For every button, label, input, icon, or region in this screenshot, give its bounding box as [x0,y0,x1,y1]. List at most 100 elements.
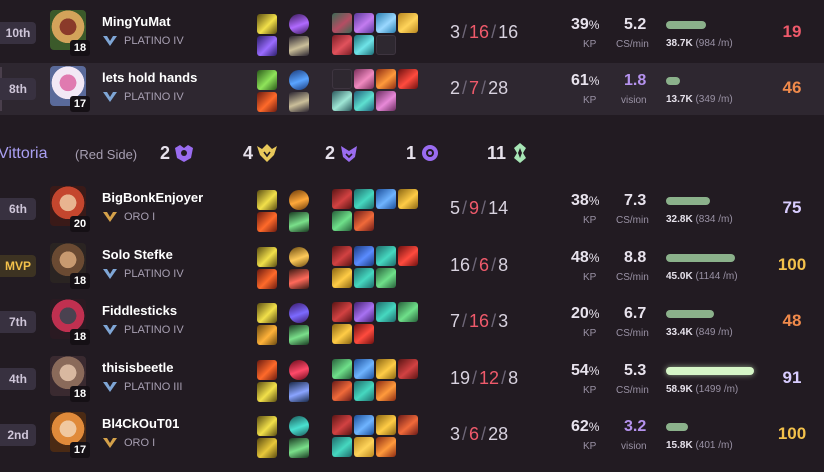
item-bloody-axe-icon[interactable] [332,415,352,435]
item-teal-crest-icon[interactable] [376,302,396,322]
performance-score: 100 [777,424,807,443]
item-bloody-axe-icon[interactable] [332,302,352,322]
item-gold-gear-icon[interactable] [332,324,352,344]
assists-value: 8 [498,255,509,275]
flash-spell-icon[interactable] [257,303,277,323]
item-fire-tome-icon[interactable] [376,69,396,89]
kp-number: 54 [571,362,589,379]
player-row[interactable]: 8th 17 lets hold hands PLATINO IV 2/7/28 61% K… [0,63,824,115]
item-crimson-relic-icon[interactable] [332,35,352,55]
inspiration-shard-icon[interactable] [289,382,309,402]
item-mask-icon[interactable] [332,13,352,33]
item-cyan-blade-icon[interactable] [354,35,374,55]
item-pink-lantern-icon[interactable] [376,91,396,111]
summoner-name[interactable]: thisisbeetle [102,360,174,375]
item-red-claw-icon[interactable] [332,381,352,401]
item-red-claw-icon[interactable] [354,211,374,231]
item-red-claw-icon[interactable] [398,415,418,435]
rank-label: ORO I [124,437,156,449]
ignite-spell-icon[interactable] [257,269,277,289]
item-green-blade-icon[interactable] [332,211,352,231]
precision-shard-icon[interactable] [289,269,309,289]
ignite-spell-icon[interactable] [257,212,277,232]
guardian-rune-icon[interactable] [289,416,309,436]
summoner-name[interactable]: MingYuMat [102,14,171,29]
item-gold-orb-icon[interactable] [354,437,374,457]
item-gold-gear-icon[interactable] [376,415,396,435]
resolve-shard-icon[interactable] [289,212,309,232]
smite-spell-icon[interactable] [257,325,277,345]
flash-spell-icon[interactable] [257,247,277,267]
domination-shard-icon[interactable] [289,92,309,112]
item-teal-crest-icon[interactable] [354,189,374,209]
item-pink-charm-icon[interactable] [354,69,374,89]
player-row[interactable]: 10th 18 MingYuMat PLATINO IV 3/16/16 39% KP 5.2… [0,7,824,59]
item-gold-orb-icon[interactable] [398,13,418,33]
empty-item-slot[interactable] [332,69,352,89]
summoner-name[interactable]: Solo Stefke [102,247,173,262]
item-bloody-axe-icon[interactable] [332,246,352,266]
item-blue-crown-icon[interactable] [376,189,396,209]
tower-objective: 11 [487,142,531,164]
player-row[interactable]: 7th 18 Fiddlesticks PLATINO IV 7/16/3 20% KP 6.… [0,296,824,348]
item-teal-crest-icon[interactable] [332,437,352,457]
item-green-blade-icon[interactable] [376,268,396,288]
electrocute-rune-icon[interactable] [289,360,309,380]
kill-participation-value: 39% [571,16,599,34]
empty-item-slot[interactable] [376,35,396,55]
player-row[interactable]: 4th 18 thisisbeetle PLATINO III 19/12/8 54% KP… [0,353,824,405]
item-gold-gear-icon[interactable] [398,189,418,209]
item-teal-crest-icon[interactable] [376,246,396,266]
item-violet-blade-icon[interactable] [354,13,374,33]
kda-separator: / [481,198,487,218]
flash-spell-icon[interactable] [257,14,277,34]
flash-spell-icon[interactable] [257,382,277,402]
item-green-blade-icon[interactable] [332,359,352,379]
item-blue-staff-icon[interactable] [376,13,396,33]
dark-harvest-rune-icon[interactable] [289,14,309,34]
item-gold-gear-icon[interactable] [376,359,396,379]
item-gold-gear-icon[interactable] [332,268,352,288]
kp-label: KP [583,215,597,226]
player-row[interactable]: 6th 20 BigBonkEnjoyer ORO I 5/9/14 38% KP 7.3 CS… [0,183,824,235]
flash-spell-icon[interactable] [257,416,277,436]
item-green-blade-icon[interactable] [398,302,418,322]
item-bloody-axe-icon[interactable] [332,189,352,209]
domination-shard-icon[interactable] [289,36,309,56]
summoner-name[interactable]: Bl4CkOuT01 [102,416,179,431]
item-bloody-axe-icon[interactable] [398,359,418,379]
resolve-shard-icon[interactable] [289,438,309,458]
arcane-comet-rune-icon[interactable] [289,303,309,323]
resolve-shard-icon[interactable] [289,325,309,345]
item-moon-stone-icon[interactable] [332,91,352,111]
item-blue-crown-icon[interactable] [354,415,374,435]
item-blue-crown-icon[interactable] [354,359,374,379]
placement-badge: 7th [0,311,36,333]
summoner-name[interactable]: Fiddlesticks [102,303,177,318]
item-cyan-tome-icon[interactable] [354,91,374,111]
item-red-orb-icon[interactable] [354,324,374,344]
item-teal-crest-icon[interactable] [354,268,374,288]
player-row[interactable]: 2nd 17 Bl4CkOuT01 ORO I 3/6/28 62% KP 3.2 vision… [0,409,824,461]
conqueror-rune-icon[interactable] [289,190,309,210]
item-teal-crest-icon[interactable] [354,381,374,401]
teleport-spell-icon[interactable] [257,36,277,56]
item-sapphire-icon[interactable] [354,246,374,266]
flash-spell-icon[interactable] [257,190,277,210]
summoner-name[interactable]: BigBonkEnjoyer [102,190,203,205]
summoner-name[interactable]: lets hold hands [102,70,197,85]
ignite-spell-icon[interactable] [257,360,277,380]
item-red-orb-icon[interactable] [398,69,418,89]
champion-level: 18 [70,273,90,289]
item-fire-tome-icon[interactable] [376,381,396,401]
damage-dealt: 32.8K (834 /m) [666,214,733,225]
exhaust-spell-icon[interactable] [257,438,277,458]
lethal-tempo-rune-icon[interactable] [289,247,309,267]
heal-spell-icon[interactable] [257,70,277,90]
item-red-orb-icon[interactable] [398,246,418,266]
player-row[interactable]: MVP 18 Solo Stefke PLATINO IV 16/6/8 48% KP 8.8… [0,240,824,292]
item-fire-tome-icon[interactable] [376,437,396,457]
ignite-spell-icon[interactable] [257,92,277,112]
item-purple-staff-icon[interactable] [354,302,374,322]
glacial-rune-icon[interactable] [289,70,309,90]
